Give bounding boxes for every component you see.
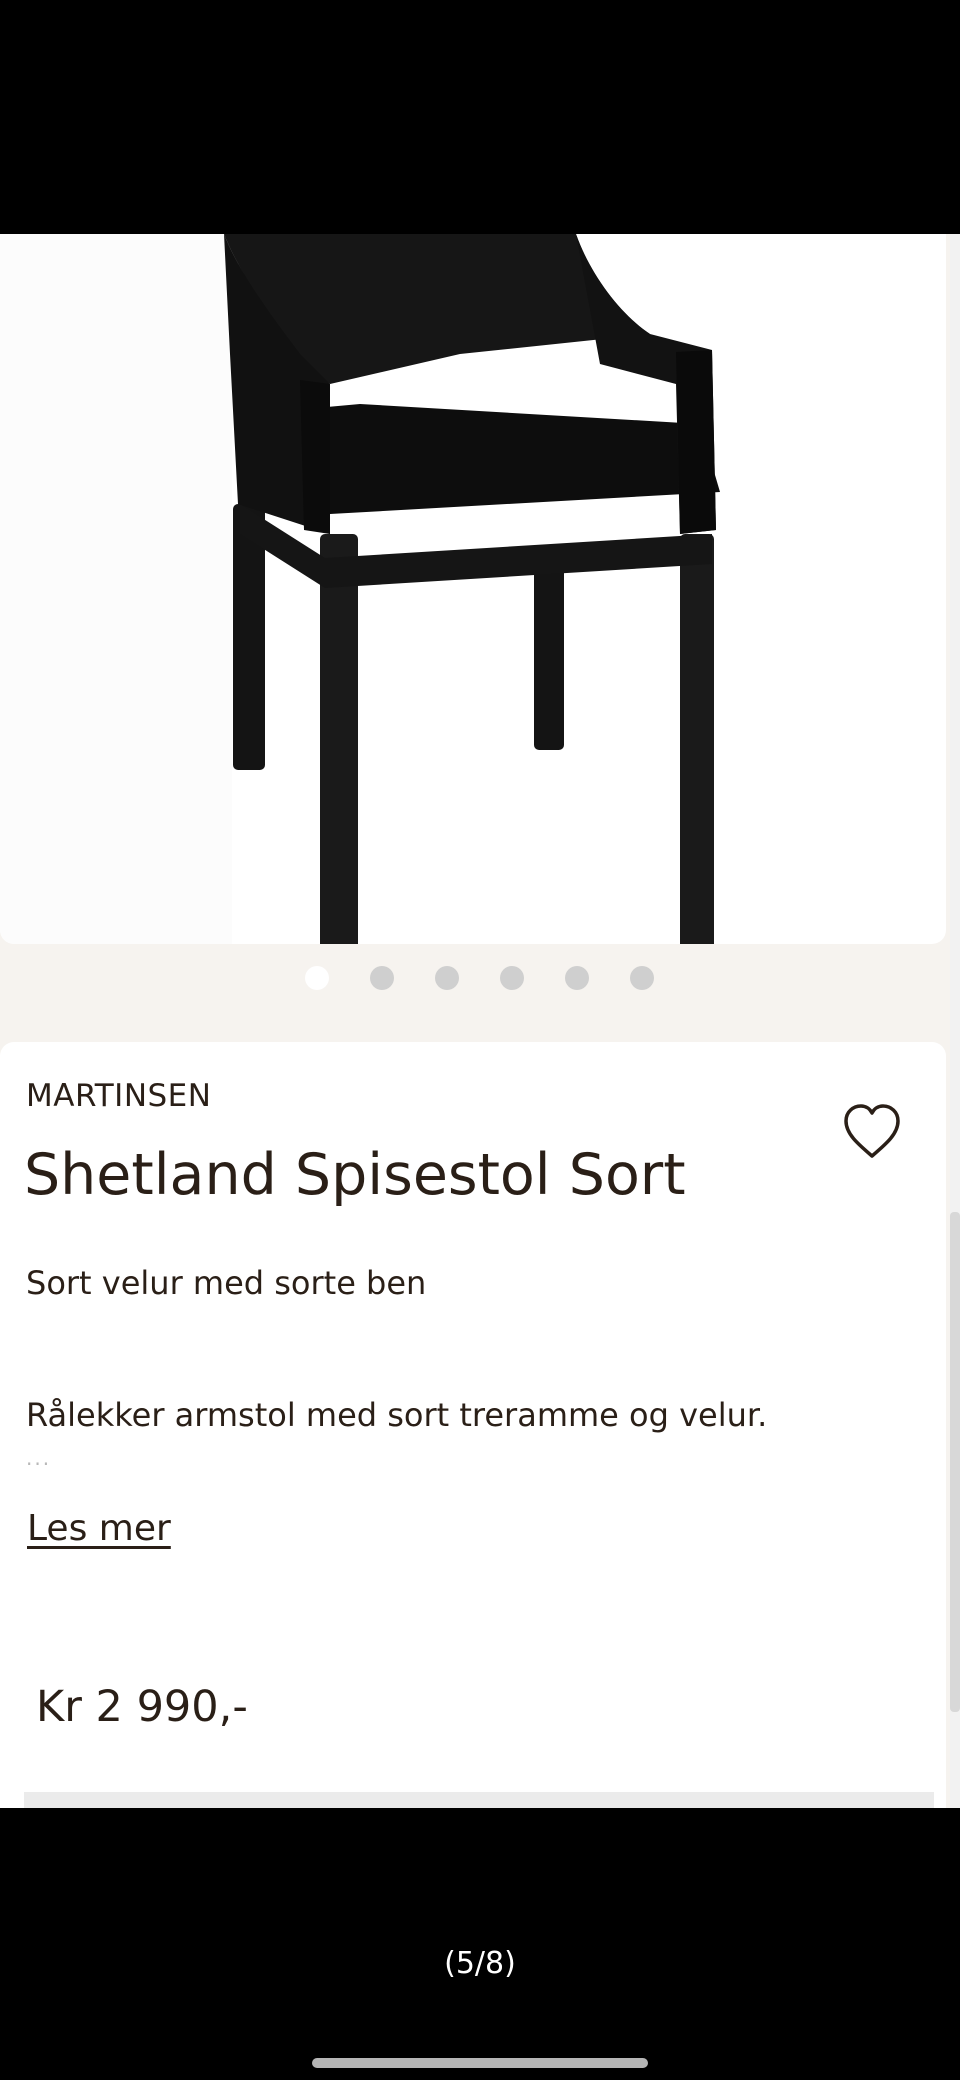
product-info-card: MARTINSEN Shetland Spisestol Sort Sort v… bbox=[0, 1042, 946, 1808]
chair-back-right-leg bbox=[534, 554, 564, 750]
bottom-black-bar: (5/8) bbox=[0, 1808, 960, 2080]
description-ellipsis: ... bbox=[26, 1446, 52, 1470]
home-indicator[interactable] bbox=[312, 2058, 648, 2068]
top-black-bar bbox=[0, 0, 960, 234]
add-to-cart-area[interactable] bbox=[24, 1792, 934, 1808]
product-description: Rålekker armstol med sort treramme og ve… bbox=[26, 1396, 768, 1434]
chair-front-right-leg bbox=[680, 534, 714, 944]
product-page[interactable]: MARTINSEN Shetland Spisestol Sort Sort v… bbox=[0, 234, 960, 1808]
product-title: Shetland Spisestol Sort bbox=[24, 1142, 686, 1208]
product-image-card[interactable] bbox=[0, 234, 946, 944]
carousel-dot-5[interactable] bbox=[565, 966, 589, 990]
carousel-dot-6[interactable] bbox=[630, 966, 654, 990]
image-counter: (5/8) bbox=[444, 1946, 516, 1981]
heart-outline-icon bbox=[844, 1104, 900, 1158]
chair-left-arm-front bbox=[300, 380, 330, 534]
carousel-dot-1[interactable] bbox=[305, 966, 329, 990]
product-image-chair bbox=[224, 234, 720, 944]
carousel-dot-4[interactable] bbox=[500, 966, 524, 990]
carousel-dot-2[interactable] bbox=[370, 966, 394, 990]
chair-front-left-leg bbox=[320, 534, 358, 944]
brand-name[interactable]: MARTINSEN bbox=[26, 1078, 211, 1114]
scrollbar-thumb[interactable] bbox=[950, 1212, 960, 1712]
favorite-button[interactable] bbox=[840, 1102, 904, 1162]
read-more-link[interactable]: Les mer bbox=[27, 1508, 171, 1549]
product-subtitle: Sort velur med sorte ben bbox=[26, 1264, 427, 1302]
chair-right-arm-front bbox=[676, 350, 716, 534]
carousel-pagination bbox=[0, 966, 960, 990]
carousel-dot-3[interactable] bbox=[435, 966, 459, 990]
product-price: Kr 2 990,- bbox=[36, 1682, 248, 1732]
